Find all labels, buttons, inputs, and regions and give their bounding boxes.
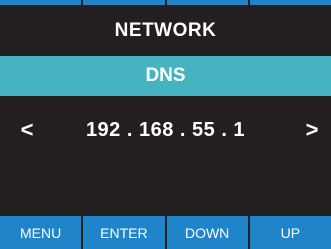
next-arrow-icon[interactable]: > xyxy=(297,110,327,150)
section-header: DNS xyxy=(0,56,331,96)
softkey-bar: MENU ENTER DOWN UP xyxy=(0,216,331,249)
enter-button[interactable]: ENTER xyxy=(83,216,165,249)
down-button[interactable]: DOWN xyxy=(166,216,248,249)
value-row: < 192 . 168 . 55 . 1 > xyxy=(0,110,331,150)
previous-arrow-icon[interactable]: < xyxy=(12,110,42,150)
device-screen: NETWORK DNS < 192 . 168 . 55 . 1 > MENU … xyxy=(0,0,331,249)
up-button[interactable]: UP xyxy=(249,216,331,249)
dns-address-value: 192 . 168 . 55 . 1 xyxy=(85,118,246,141)
menu-button[interactable]: MENU xyxy=(0,216,82,249)
page-title: NETWORK xyxy=(114,19,217,41)
